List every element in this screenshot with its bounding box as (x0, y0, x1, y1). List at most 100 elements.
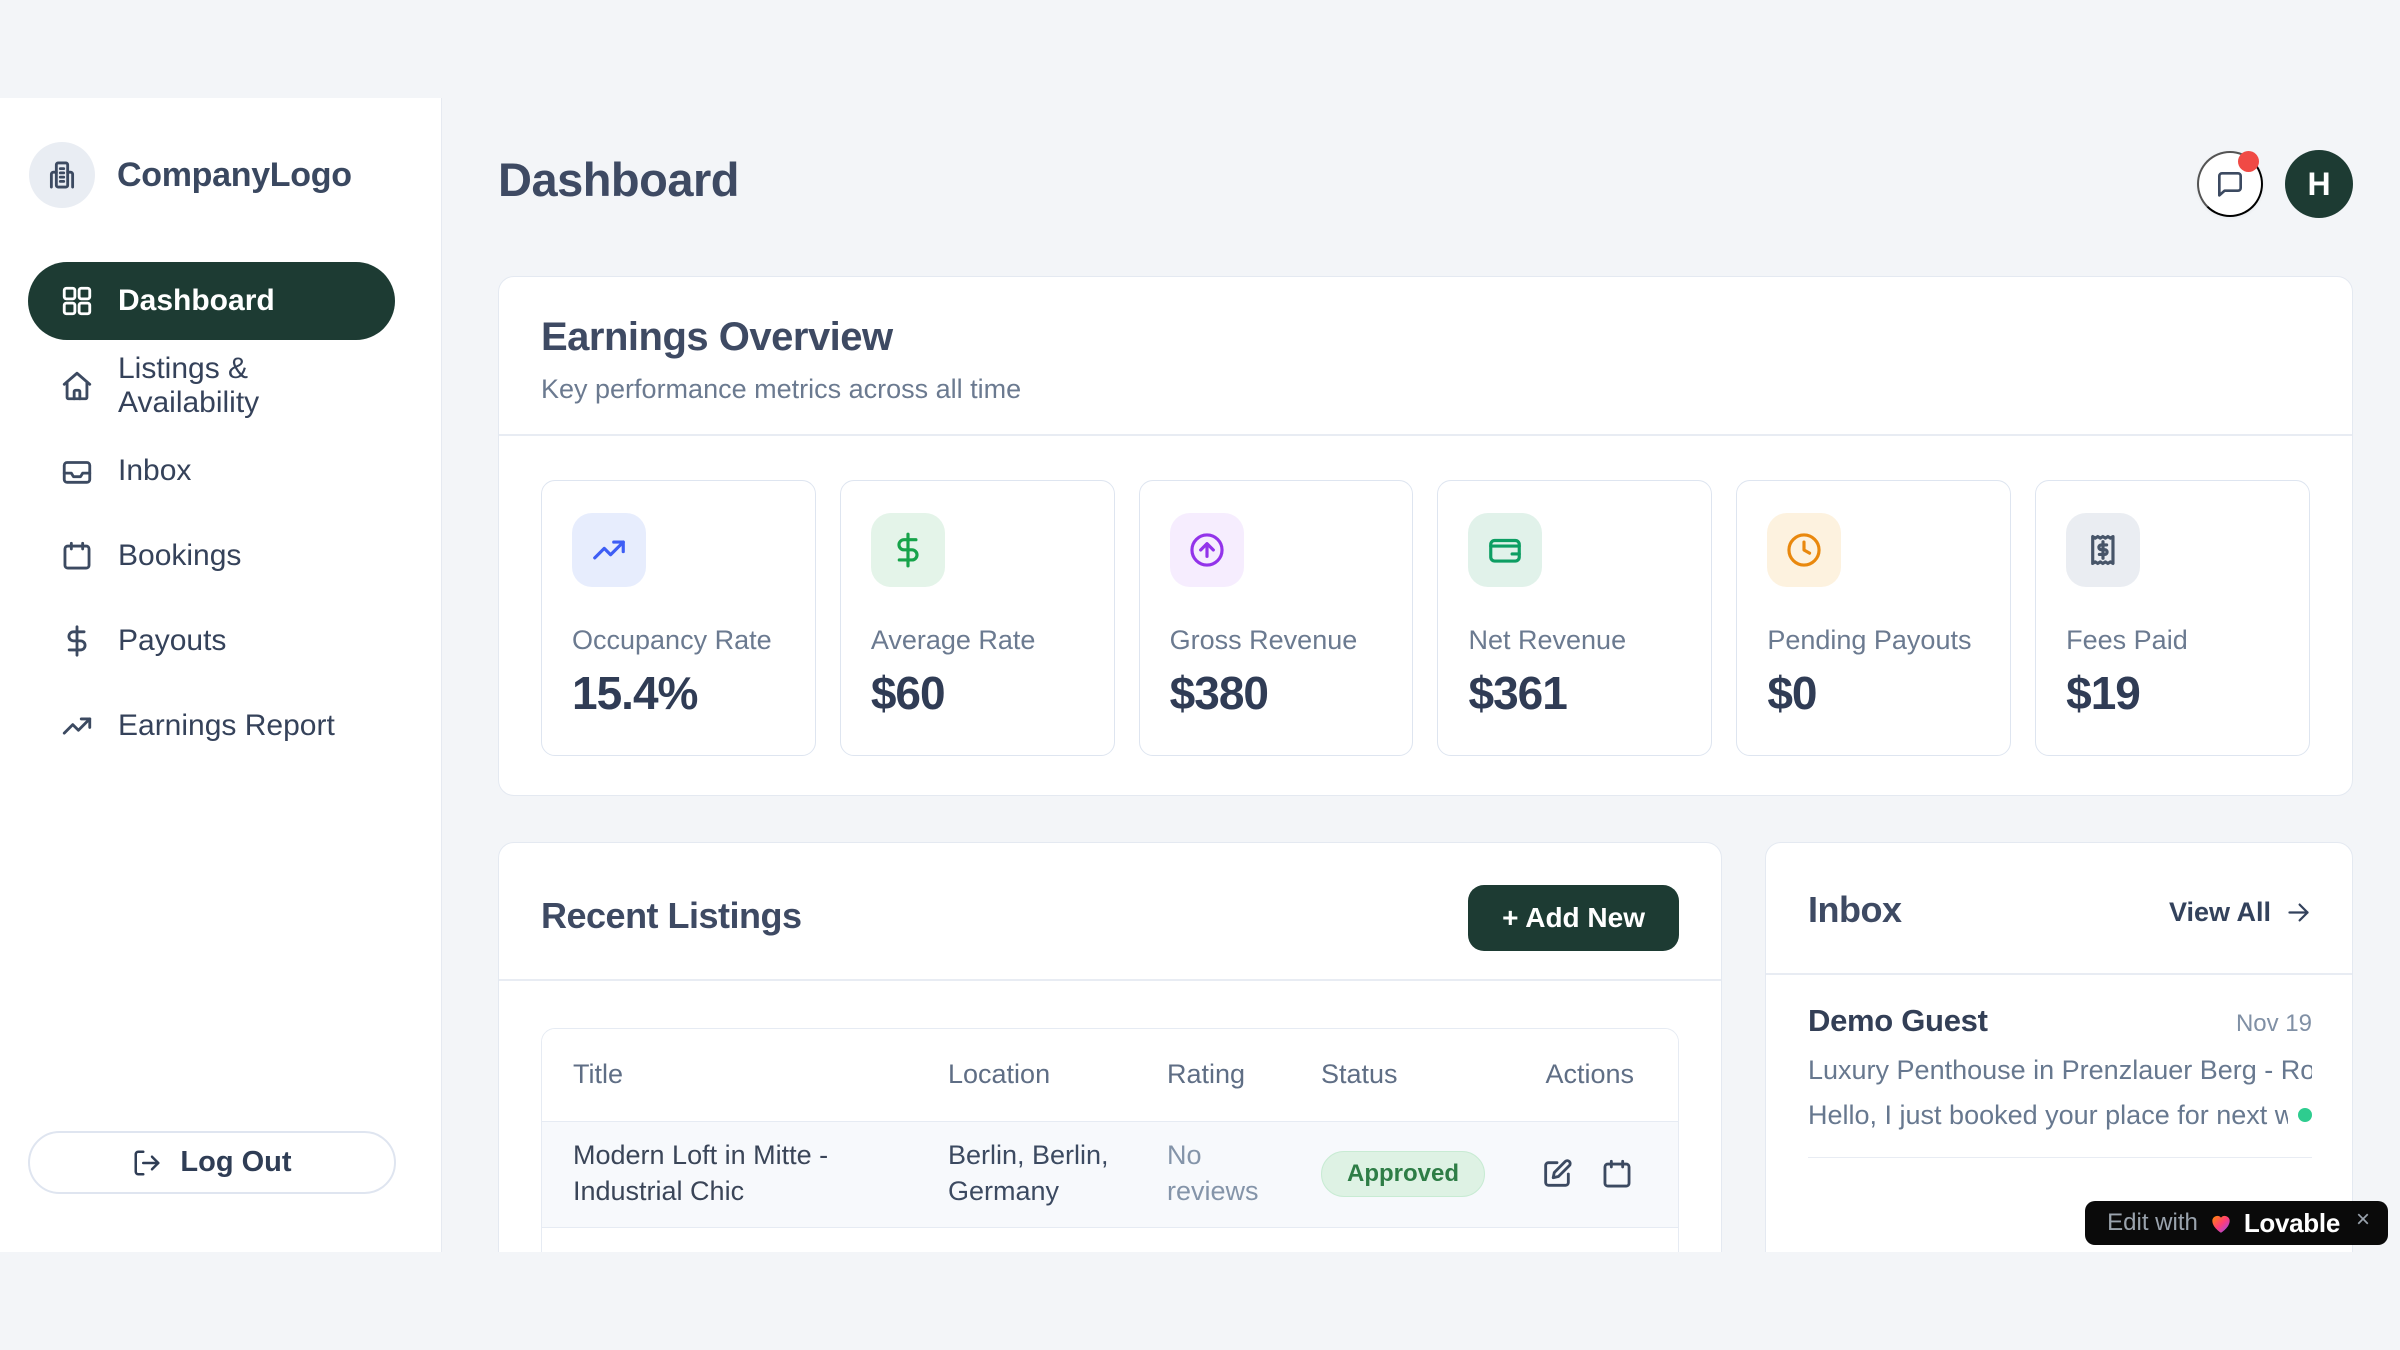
sidebar-item-label: Dashboard (118, 284, 275, 318)
sidebar-item-earnings-report[interactable]: Earnings Report (28, 687, 395, 765)
metric-value: $0 (1767, 666, 1980, 720)
listing-title: Modern Loft in Mitte - Industrial Chic (573, 1138, 858, 1210)
metric-label: Gross Revenue (1170, 625, 1383, 656)
view-all-label: View All (2169, 897, 2271, 928)
trending-up-icon (60, 709, 94, 743)
inbox-header: Inbox View All (1766, 843, 2352, 973)
inbox-icon (60, 454, 94, 488)
lovable-brand: Lovable (2244, 1208, 2340, 1239)
metric-label: Net Revenue (1468, 625, 1681, 656)
logout-icon (132, 1148, 162, 1178)
sidebar-item-label: Inbox (118, 454, 191, 488)
inbox-message[interactable]: Demo Guest Nov 19 Luxury Penthouse in Pr… (1766, 975, 2352, 1159)
avatar[interactable]: H (2285, 150, 2353, 218)
sidebar-item-label: Payouts (118, 624, 226, 658)
notification-dot (2238, 151, 2259, 172)
metric-value: $380 (1170, 666, 1383, 720)
col-header-status: Status (1321, 1059, 1526, 1090)
col-header-actions: Actions (1526, 1059, 1634, 1090)
add-new-button[interactable]: + Add New (1468, 885, 1679, 951)
home-icon (60, 369, 94, 403)
metric-value: $60 (871, 666, 1084, 720)
top-actions: H (2197, 150, 2353, 218)
listings-table: Title Location Rating Status Actions Mod… (541, 1028, 1679, 1268)
sidebar-item-bookings[interactable]: Bookings (28, 517, 395, 595)
metric-card-average-rate: Average Rate $60 (840, 480, 1115, 756)
metric-card-fees-paid: Fees Paid $19 (2035, 480, 2310, 756)
unread-dot (2298, 1108, 2312, 1122)
logout-button[interactable]: Log Out (28, 1131, 396, 1194)
metric-card-pending-payouts: Pending Payouts $0 (1736, 480, 2011, 756)
metric-card-occupancy-rate: Occupancy Rate 15.4% (541, 480, 816, 756)
lovable-prefix: Edit with (2107, 1209, 2198, 1237)
app-root: CompanyLogo Dashboard Listings & (0, 0, 2400, 1350)
arrow-right-icon (2285, 899, 2312, 926)
view-all-button[interactable]: View All (2169, 897, 2312, 928)
sidebar-item-dashboard[interactable]: Dashboard (28, 262, 395, 340)
sidebar: CompanyLogo Dashboard Listings & (0, 98, 442, 1252)
listings-title: Recent Listings (541, 895, 802, 937)
sidebar-nav: Dashboard Listings & Availability I (0, 262, 441, 768)
footer-band (0, 1252, 2400, 1350)
metric-label: Average Rate (871, 625, 1084, 656)
grid-icon (60, 284, 94, 318)
metric-value: $19 (2066, 666, 2279, 720)
dollar-icon (60, 624, 94, 658)
earnings-title: Earnings Overview (541, 315, 2310, 360)
metrics-row: Occupancy Rate 15.4% Average Rate $60 (499, 436, 2352, 756)
sidebar-item-label: Bookings (118, 539, 241, 573)
sidebar-item-inbox[interactable]: Inbox (28, 432, 395, 510)
logo-text: CompanyLogo (117, 156, 352, 195)
metric-label: Occupancy Rate (572, 625, 785, 656)
message-sender: Demo Guest (1808, 1003, 1988, 1039)
close-icon[interactable]: × (2356, 1201, 2370, 1239)
lovable-badge[interactable]: Edit with Lovable × (2085, 1201, 2388, 1245)
table-row[interactable]: Modern Loft in Mitte - Industrial Chic B… (542, 1121, 1678, 1227)
metric-value: $361 (1468, 666, 1681, 720)
calendar-icon (60, 539, 94, 573)
metric-label: Fees Paid (2066, 625, 2279, 656)
message-preview: Hello, I just booked your place for next… (1808, 1100, 2288, 1131)
logo: CompanyLogo (0, 98, 441, 208)
col-header-rating: Rating (1167, 1059, 1321, 1090)
sidebar-item-label: Listings & Availability (118, 352, 395, 420)
lovable-heart-icon (2208, 1210, 2234, 1236)
message-date: Nov 19 (2236, 1010, 2312, 1038)
earnings-subtitle: Key performance metrics across all time (541, 374, 2310, 405)
metric-card-gross-revenue: Gross Revenue $380 (1139, 480, 1414, 756)
divider (499, 979, 1721, 981)
receipt-icon (2066, 513, 2140, 587)
edit-pencil-icon (1540, 1157, 1574, 1191)
status-badge: Approved (1321, 1151, 1485, 1197)
chat-button[interactable] (2197, 151, 2263, 217)
recent-listings-card: Recent Listings + Add New Title Location… (498, 842, 1722, 1312)
earnings-overview-card: Earnings Overview Key performance metric… (498, 276, 2353, 796)
sidebar-item-payouts[interactable]: Payouts (28, 602, 395, 680)
building-icon (29, 142, 95, 208)
earnings-header: Earnings Overview Key performance metric… (499, 277, 2352, 434)
edit-button[interactable] (1540, 1157, 1574, 1191)
listing-location: Berlin, Berlin, Germany (948, 1138, 1143, 1210)
divider (1808, 1157, 2312, 1159)
circle-arrow-up-icon (1170, 513, 1244, 587)
listings-header: Recent Listings + Add New (499, 843, 1721, 979)
table-header-row: Title Location Rating Status Actions (542, 1029, 1678, 1121)
metric-label: Pending Payouts (1767, 625, 1980, 656)
calendar-button[interactable] (1600, 1157, 1634, 1191)
logout-label: Log Out (180, 1146, 291, 1179)
inbox-title: Inbox (1808, 889, 1902, 931)
trending-up-icon (572, 513, 646, 587)
col-header-location: Location (948, 1059, 1167, 1090)
page-title: Dashboard (498, 152, 739, 207)
calendar-icon (1600, 1157, 1634, 1191)
col-header-title: Title (573, 1059, 948, 1090)
metric-value: 15.4% (572, 666, 785, 720)
metric-card-net-revenue: Net Revenue $361 (1437, 480, 1712, 756)
wallet-icon (1468, 513, 1542, 587)
message-subject: Luxury Penthouse in Prenzlauer Berg - Ro… (1808, 1055, 2312, 1086)
sidebar-item-listings[interactable]: Listings & Availability (28, 347, 395, 425)
chat-bubble-icon (2214, 168, 2246, 200)
listing-rating: No reviews (1167, 1138, 1282, 1210)
listing-actions (1526, 1157, 1634, 1191)
clock-icon (1767, 513, 1841, 587)
